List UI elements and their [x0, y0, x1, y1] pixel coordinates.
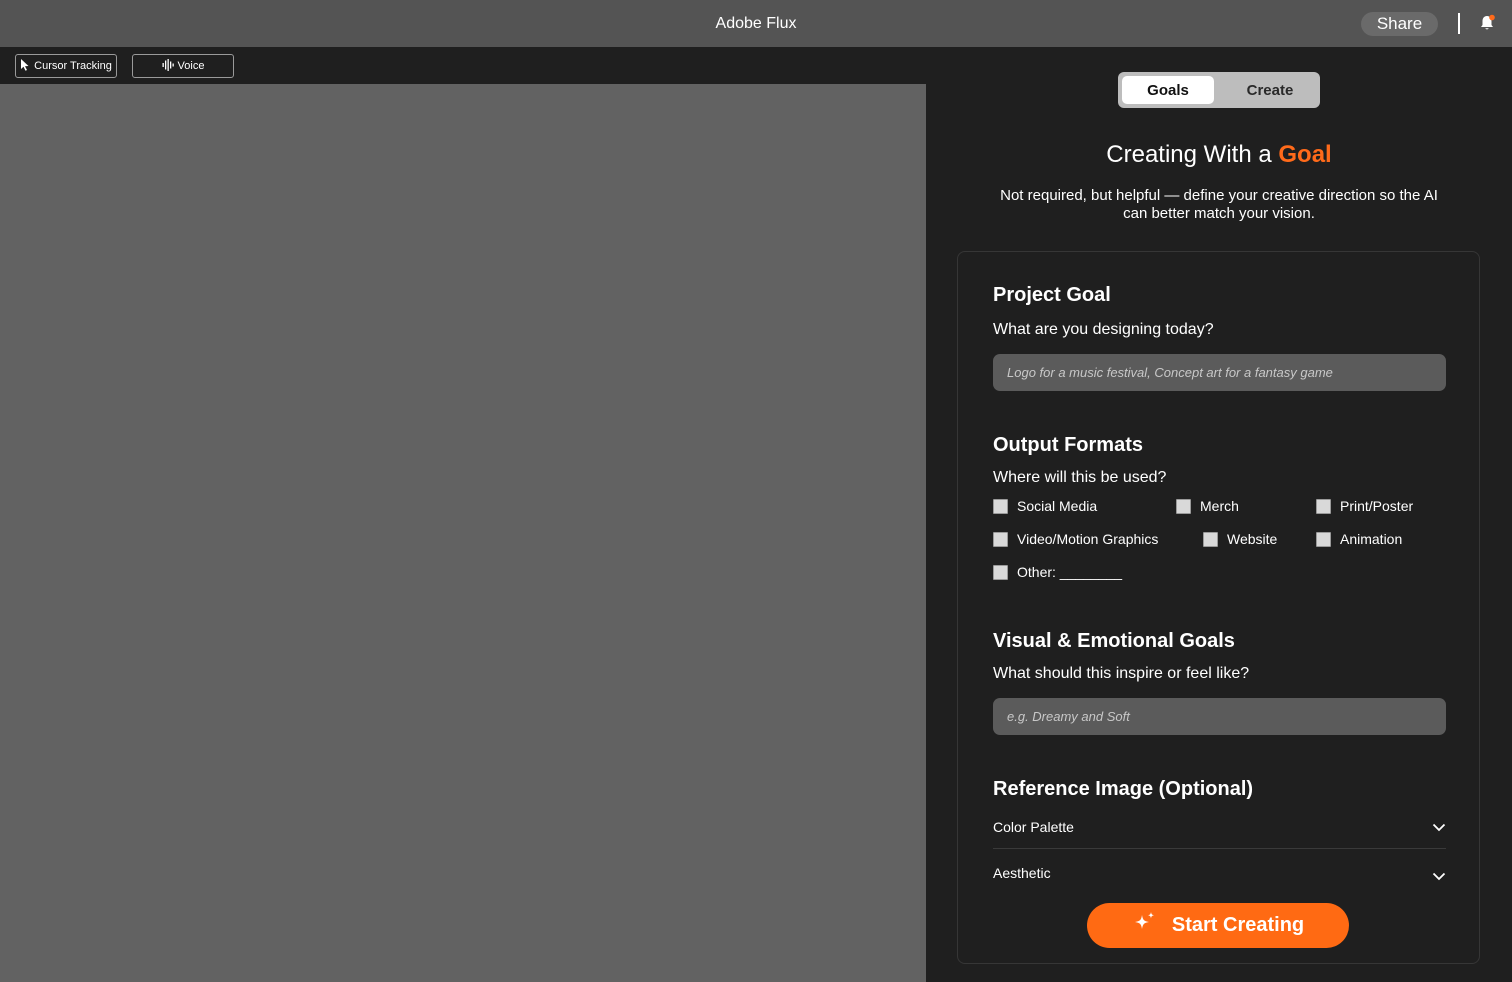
checkbox-box[interactable] [1176, 498, 1191, 514]
checkbox-social-media[interactable]: Social Media [993, 498, 1097, 514]
checkbox-label: Print/Poster [1340, 498, 1414, 514]
checkbox-animation[interactable]: Animation [1316, 531, 1402, 547]
checkbox-label: Merch [1200, 498, 1239, 514]
accordion-aesthetic[interactable]: Aesthetic [993, 858, 1446, 888]
heading-prefix: Creating With a [1106, 141, 1279, 168]
title-divider [1458, 13, 1460, 34]
project-goal-question: What are you designing today? [993, 321, 1214, 338]
notification-badge [1489, 14, 1495, 21]
checkbox-box[interactable] [1316, 531, 1331, 547]
panel-subtext: Not required, but helpful — define your … [1000, 187, 1438, 222]
app-title: Adobe Flux [715, 14, 797, 32]
checkbox-box[interactable] [1203, 531, 1218, 547]
cursor-arrow-icon [20, 58, 30, 74]
voice-label: Voice [177, 60, 205, 72]
bell-icon[interactable] [1478, 14, 1496, 32]
checkbox-label: Video/Motion Graphics [1017, 531, 1159, 547]
chevron-down-icon [1432, 819, 1446, 835]
goals-panel: Goals Create Creating With a Goal Not re… [926, 47, 1512, 982]
cursor-tracking-button[interactable]: Cursor Tracking [15, 54, 117, 78]
share-button[interactable]: Share [1361, 12, 1438, 36]
design-canvas[interactable] [0, 84, 926, 982]
checkbox-box[interactable] [993, 531, 1008, 547]
checkbox-merch[interactable]: Merch [1176, 498, 1239, 514]
title-bar: Adobe Flux Share [0, 0, 1512, 47]
start-creating-label: Start Creating [1171, 914, 1305, 936]
visual-goals-input[interactable] [993, 698, 1446, 735]
cursor-tracking-label: Cursor Tracking [34, 60, 112, 72]
tab-goals[interactable]: Goals [1122, 76, 1214, 104]
checkbox-label: Other: ________ [1017, 564, 1123, 580]
accordion-color-palette[interactable]: Color Palette [993, 812, 1446, 842]
checkbox-print-poster[interactable]: Print/Poster [1316, 498, 1413, 514]
checkbox-box[interactable] [1316, 498, 1331, 514]
checkbox-box[interactable] [993, 564, 1008, 580]
checkbox-video-motion[interactable]: Video/Motion Graphics [993, 531, 1158, 547]
start-creating-button[interactable]: Start Creating [1087, 903, 1349, 948]
accordion-divider [993, 848, 1446, 849]
voice-button[interactable]: Voice [132, 54, 234, 78]
project-goal-input[interactable] [993, 354, 1446, 391]
accordion-label: Aesthetic [993, 865, 1051, 881]
output-formats-title: Output Formats [993, 434, 1143, 456]
canvas-toolbar: Cursor Tracking Voice [0, 47, 926, 84]
heading-accent: Goal [1278, 141, 1332, 168]
project-goal-title: Project Goal [993, 284, 1111, 306]
accordion-label: Color Palette [993, 819, 1074, 835]
panel-heading: Creating With a Goal [926, 141, 1512, 169]
goals-form-card: Project Goal What are you designing toda… [957, 251, 1480, 964]
checkbox-label: Social Media [1017, 498, 1098, 514]
waveform-icon [162, 58, 174, 74]
checkbox-box[interactable] [993, 498, 1008, 514]
reference-image-title: Reference Image (Optional) [993, 778, 1254, 800]
tab-create[interactable]: Create [1224, 76, 1316, 104]
panel-tab-switcher: Goals Create [1118, 72, 1320, 108]
checkbox-other[interactable]: Other: ________ [993, 564, 1122, 580]
checkbox-label: Website [1227, 531, 1278, 547]
chevron-down-icon [1432, 868, 1446, 884]
output-formats-question: Where will this be used? [993, 469, 1167, 486]
sparkle-icon [1132, 910, 1158, 942]
visual-goals-title: Visual & Emotional Goals [993, 630, 1235, 652]
visual-goals-question: What should this inspire or feel like? [993, 665, 1250, 682]
checkbox-website[interactable]: Website [1203, 531, 1277, 547]
checkbox-label: Animation [1340, 531, 1403, 547]
